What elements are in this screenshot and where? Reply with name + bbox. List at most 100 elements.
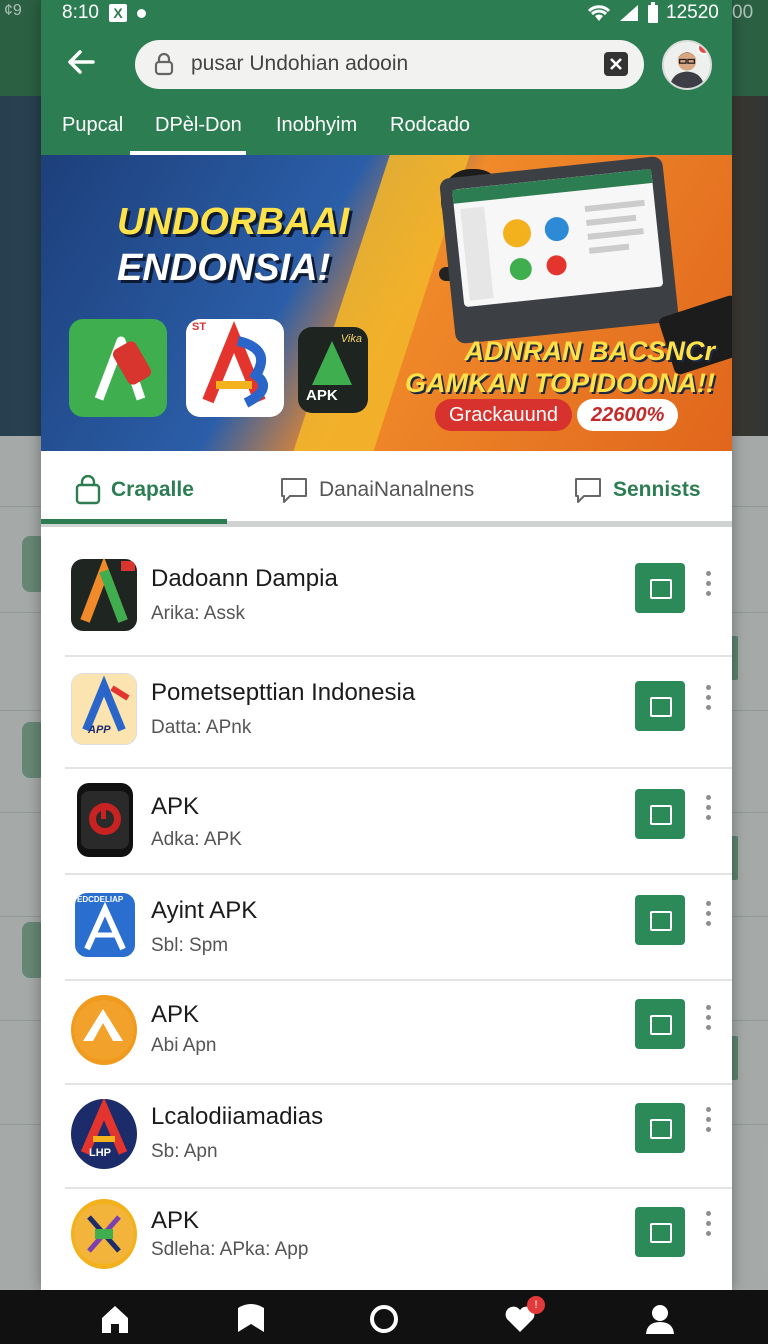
tile-badge: ST	[192, 321, 207, 333]
open-external-icon[interactable]	[635, 1207, 685, 1257]
banner-promo-line1: ADNRAN BACSNCr	[464, 336, 715, 366]
chat-icon	[575, 478, 601, 503]
section-tabs: Crapalle DanaiNanalnens Sennists	[41, 451, 732, 527]
banner-app-tile-apk: Vika APK	[298, 327, 368, 413]
search-query[interactable]: pusar Undohian adooin	[191, 52, 408, 76]
app-subtitle: Sbl: Spm	[151, 935, 229, 956]
app-title[interactable]: Lcalodiiamadias	[151, 1103, 323, 1131]
more-vertical-icon[interactable]	[703, 1107, 713, 1137]
open-external-icon[interactable]	[635, 895, 685, 945]
tab-dpel-don[interactable]: DPèl-Don	[155, 114, 242, 137]
section-tab-indicator	[41, 519, 227, 524]
app-subtitle: Sdleha: APka: App	[151, 1239, 309, 1260]
tab-sennists-label: Sennists	[613, 478, 701, 501]
app-subtitle: Datta: APnk	[151, 717, 252, 738]
bottom-navigation: !	[0, 1290, 768, 1344]
tab-crapalle[interactable]: Crapalle	[75, 475, 194, 505]
open-external-icon[interactable]	[635, 999, 685, 1049]
app-icon-label: LHP	[89, 1147, 111, 1159]
home-icon[interactable]	[98, 1302, 132, 1336]
tab-inobhyim[interactable]: Inobhyim	[276, 114, 357, 137]
app-subtitle: Abi Apn	[151, 1035, 217, 1056]
banner-headline: UNDORBAAI ENDONSIA!	[117, 199, 349, 291]
banner-promo-text: ADNRAN BACSNCr GAMKAN TOPIDOONA!!	[405, 335, 715, 399]
notification-dot-icon	[136, 8, 146, 18]
close-box-icon[interactable]	[604, 52, 628, 76]
app-logo-icon	[94, 336, 152, 401]
tab-danainanalnens-label: DanaiNanalnens	[319, 478, 475, 501]
open-external-icon[interactable]	[635, 1103, 685, 1153]
laptop-screen-image	[452, 168, 664, 308]
store-panel: pusar Undohian adooin Pupcal DPèl-Don In…	[41, 0, 732, 1290]
banner-pill-value: 22600%	[577, 399, 679, 431]
app-subtitle: Sb: Apn	[151, 1141, 218, 1162]
app-title[interactable]: APK	[151, 1207, 199, 1235]
sim-icon: X	[108, 4, 127, 22]
more-vertical-icon[interactable]	[703, 685, 713, 715]
app-icon-label: EDCDELIAP	[77, 895, 124, 904]
signal-icon	[620, 5, 638, 21]
list-item[interactable]: Dadoann Dampia Arika: Assk	[41, 533, 732, 657]
notification-badge: !	[527, 1296, 545, 1314]
more-vertical-icon[interactable]	[703, 1211, 713, 1241]
tab-crapalle-label: Crapalle	[111, 478, 194, 501]
category-tabs: Pupcal DPèl-Don Inobhyim Rodcado	[41, 108, 732, 155]
app-icon	[71, 559, 137, 631]
tile-small-label: Vika	[340, 333, 362, 345]
battery-icon	[648, 2, 658, 23]
banner-pill-label: Grackauund	[435, 399, 572, 431]
record-icon[interactable]	[367, 1302, 401, 1336]
status-bar: ¢9 8:10 X 12520 00	[0, 0, 768, 26]
list-item[interactable]: APP Pometsepttian Indonesia Datta: APnk	[41, 657, 732, 769]
profile-icon[interactable]	[643, 1302, 677, 1336]
banner-headline-line1: UNDORBAAI	[117, 201, 350, 243]
bag-icon	[75, 475, 101, 505]
app-icon: APP	[71, 673, 137, 745]
status-time: 8:10	[62, 2, 99, 23]
list-item[interactable]: APK Sdleha: APka: App	[41, 1189, 732, 1290]
app-icon	[77, 783, 133, 857]
tab-sennists[interactable]: Sennists	[573, 475, 701, 505]
list-item[interactable]: LHP Lcalodiiamadias Sb: Apn	[41, 1085, 732, 1189]
banner-app-tile-colorful: ST	[186, 319, 284, 417]
chat-icon	[281, 478, 307, 503]
heart-icon[interactable]: !	[503, 1296, 545, 1336]
tab-pupcal[interactable]: Pupcal	[62, 114, 123, 137]
app-title[interactable]: Dadoann Dampia	[151, 565, 338, 593]
avatar-notification-badge	[697, 42, 710, 55]
app-icon	[71, 995, 137, 1065]
list-item[interactable]: APK Adka: APK	[41, 769, 732, 875]
open-external-icon[interactable]	[635, 563, 685, 613]
app-subtitle: Arika: Assk	[151, 603, 245, 624]
tab-danainanalnens[interactable]: DanaiNanalnens	[279, 475, 474, 505]
avatar[interactable]	[662, 40, 712, 90]
app-icon	[71, 1199, 137, 1269]
more-vertical-icon[interactable]	[703, 795, 713, 825]
promo-banner[interactable]: UNDORBAAI ENDONSIA! ST Vika APK ADNRAN B…	[41, 155, 732, 451]
arrow-left-icon[interactable]	[65, 46, 97, 78]
app-title[interactable]: Pometsepttian Indonesia	[151, 679, 415, 707]
open-external-icon[interactable]	[635, 789, 685, 839]
open-external-icon[interactable]	[635, 681, 685, 731]
more-vertical-icon[interactable]	[703, 571, 713, 601]
app-title[interactable]: Ayint APK	[151, 897, 257, 925]
tab-rodcado[interactable]: Rodcado	[390, 114, 470, 137]
more-vertical-icon[interactable]	[703, 901, 713, 931]
status-left: ¢9 8:10 X	[4, 2, 146, 24]
app-title[interactable]: APK	[151, 793, 199, 821]
lock-icon	[154, 52, 174, 76]
list-item[interactable]: APK Abi Apn	[41, 981, 732, 1085]
app-title[interactable]: APK	[151, 1001, 199, 1029]
list-item[interactable]: EDCDELIAP Ayint APK Sbl: Spm	[41, 875, 732, 981]
app-icon: EDCDELIAP	[75, 893, 135, 957]
app-icon: LHP	[71, 1099, 137, 1169]
more-vertical-icon[interactable]	[703, 1005, 713, 1035]
tile-apk-label: APK	[306, 387, 338, 404]
search-bar[interactable]: pusar Undohian adooin	[135, 40, 644, 89]
status-right: 12520 00	[586, 2, 753, 24]
bookmark-icon[interactable]	[234, 1302, 268, 1336]
app-logo-icon	[202, 321, 268, 408]
wifi-icon	[587, 5, 611, 21]
battery-text: 12520	[666, 2, 719, 23]
app-icon-label: APP	[88, 724, 111, 736]
